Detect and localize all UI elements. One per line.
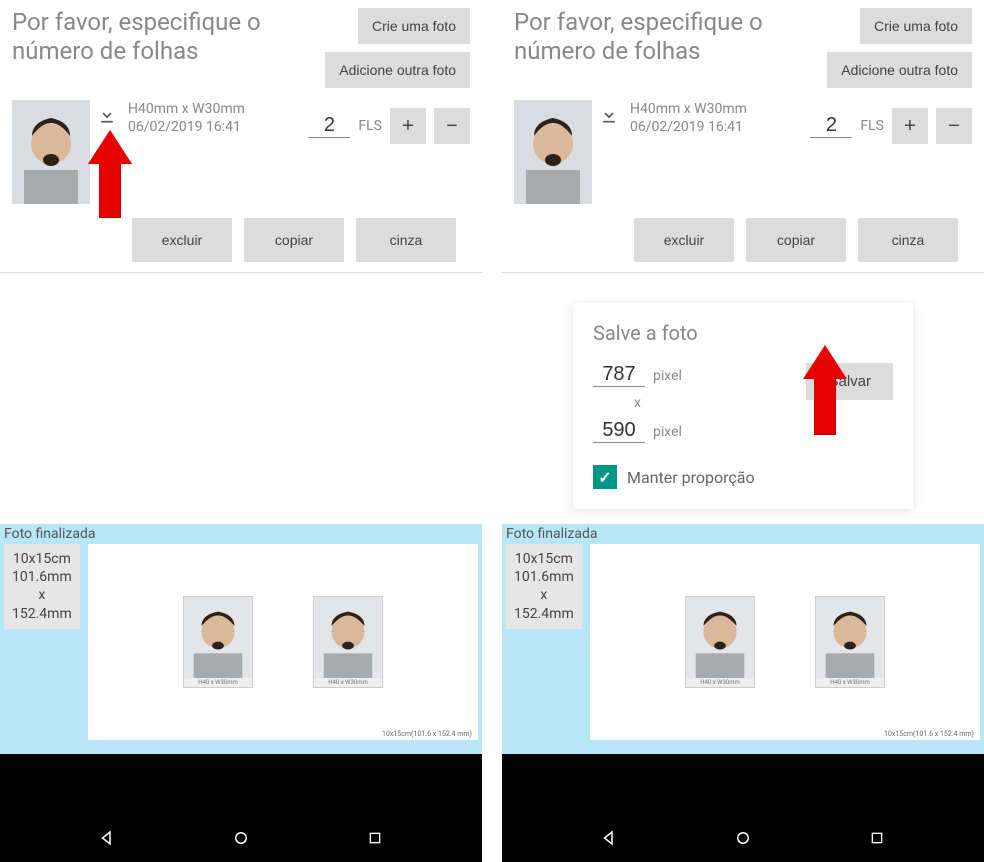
- top-section: Por favor, especifique o número de folha…: [502, 0, 984, 270]
- nav-recents-button[interactable]: [365, 828, 385, 848]
- preview-area: Foto finalizada 10x15cm 101.6mm x 152.4m…: [502, 524, 984, 754]
- photo-thumbnail[interactable]: [12, 100, 90, 204]
- photo-row: H40mm x W30mm 06/02/2019 16:41 FLS + −: [12, 100, 470, 204]
- gray-button[interactable]: cinza: [356, 218, 456, 262]
- create-photo-button[interactable]: Crie uma foto: [358, 8, 470, 44]
- android-nav-bar: [0, 814, 482, 862]
- sheet-caption: 10x15cm(101.6 x 152.4 mm): [382, 730, 472, 738]
- size-tag[interactable]: 10x15cm 101.6mm x 152.4mm: [506, 544, 582, 629]
- nav-back-button[interactable]: [599, 828, 619, 848]
- nav-recents-button[interactable]: [867, 828, 887, 848]
- phone-right: Por favor, especifique o número de folha…: [502, 0, 984, 862]
- sheets-input[interactable]: [308, 114, 350, 138]
- photo-meta: H40mm x W30mm 06/02/2019 16:41: [630, 100, 747, 136]
- preview-photo-2: H40 x W30mm: [815, 596, 885, 688]
- create-photo-button[interactable]: Crie uma foto: [860, 8, 972, 44]
- copy-button[interactable]: copiar: [244, 218, 344, 262]
- sheets-input[interactable]: [810, 114, 852, 138]
- photo-timestamp: 06/02/2019 16:41: [630, 118, 747, 136]
- width-input[interactable]: [593, 363, 645, 387]
- sheets-unit: FLS: [358, 118, 382, 134]
- save-button[interactable]: Salvar: [806, 363, 893, 400]
- sheets-unit: FLS: [860, 118, 884, 134]
- delete-button[interactable]: excluir: [132, 218, 232, 262]
- decrement-button[interactable]: −: [936, 108, 972, 144]
- pixel-label: pixel: [653, 424, 682, 440]
- copy-button[interactable]: copiar: [746, 218, 846, 262]
- download-icon[interactable]: [96, 104, 118, 126]
- preview-sheet: H40 x W30mm H40 x W30mm 10x15cm(101.6 x …: [590, 544, 980, 740]
- nav-back-button[interactable]: [97, 828, 117, 848]
- phone-left: Por favor, especifique o número de folha…: [0, 0, 482, 862]
- delete-button[interactable]: excluir: [634, 218, 734, 262]
- top-section: Por favor, especifique o número de folha…: [0, 0, 482, 270]
- preview-label: Foto finalizada: [0, 524, 99, 544]
- increment-button[interactable]: +: [892, 108, 928, 144]
- sheet-caption: 10x15cm(101.6 x 152.4 mm): [884, 730, 974, 738]
- preview-photo-1: H40 x W30mm: [183, 596, 253, 688]
- photo-meta: H40mm x W30mm 06/02/2019 16:41: [128, 100, 245, 136]
- black-bar: [502, 754, 984, 814]
- add-photo-button[interactable]: Adicione outra foto: [827, 52, 972, 88]
- preview-area: Foto finalizada 10x15cm 101.6mm x 152.4m…: [0, 524, 482, 754]
- decrement-button[interactable]: −: [434, 108, 470, 144]
- keep-proportion-checkbox[interactable]: ✓: [593, 465, 617, 489]
- page-title: Por favor, especifique o número de folha…: [12, 8, 325, 66]
- black-bar: [0, 754, 482, 814]
- android-nav-bar: [502, 814, 984, 862]
- increment-button[interactable]: +: [390, 108, 426, 144]
- nav-home-button[interactable]: [733, 828, 753, 848]
- preview-photo-1: H40 x W30mm: [685, 596, 755, 688]
- preview-label: Foto finalizada: [502, 524, 601, 544]
- checkmark-icon: ✓: [598, 468, 611, 487]
- preview-photo-2: H40 x W30mm: [313, 596, 383, 688]
- gray-button[interactable]: cinza: [858, 218, 958, 262]
- preview-sheet: H40 x W30mm H40 x W30mm 10x15cm(101.6 x …: [88, 544, 478, 740]
- download-icon[interactable]: [598, 104, 620, 126]
- nav-home-button[interactable]: [231, 828, 251, 848]
- photo-dimensions: H40mm x W30mm: [128, 100, 245, 118]
- size-tag[interactable]: 10x15cm 101.6mm x 152.4mm: [4, 544, 80, 629]
- photo-timestamp: 06/02/2019 16:41: [128, 118, 245, 136]
- pixel-label: pixel: [653, 368, 682, 384]
- height-input[interactable]: [593, 419, 645, 443]
- photo-thumbnail[interactable]: [514, 100, 592, 204]
- page-title: Por favor, especifique o número de folha…: [514, 8, 827, 66]
- dimension-separator: x: [634, 395, 641, 411]
- photo-dimensions: H40mm x W30mm: [630, 100, 747, 118]
- add-photo-button[interactable]: Adicione outra foto: [325, 52, 470, 88]
- middle-area: Salve a foto pixel x pixel Salvar: [502, 273, 984, 524]
- middle-area: [0, 273, 482, 524]
- save-photo-dialog: Salve a foto pixel x pixel Salvar: [573, 303, 913, 509]
- keep-proportion-label: Manter proporção: [627, 468, 755, 487]
- dialog-title: Salve a foto: [593, 321, 893, 345]
